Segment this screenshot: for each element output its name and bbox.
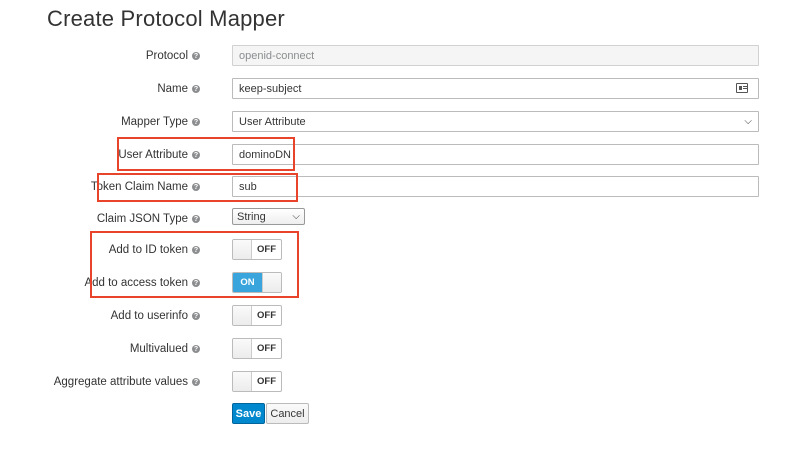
help-icon[interactable]: ? [192, 312, 200, 320]
chevron-down-icon: ⌵ [744, 116, 752, 127]
token-claim-name-input[interactable]: sub [232, 176, 759, 197]
mapper-type-value: User Attribute [239, 115, 306, 128]
mapper-type-row: Mapper Type ? User Attribute ⌵ [0, 109, 800, 135]
add-to-userinfo-label: Add to userinfo ? [111, 303, 200, 329]
mapper-type-select[interactable]: User Attribute ⌵ [232, 111, 759, 132]
aggregate-attribute-values-row: Aggregate attribute values ? OFF [0, 369, 800, 395]
protocol-row: Protocol ? openid-connect [0, 43, 800, 69]
add-to-userinfo-row: Add to userinfo ? OFF [0, 303, 800, 329]
claim-json-type-label-text: Claim JSON Type [96, 213, 188, 225]
chevron-down-icon: ⌵ [292, 211, 300, 222]
aggregate-attribute-values-toggle[interactable]: OFF [232, 371, 282, 392]
name-label: Name ? [157, 76, 200, 102]
name-row: Name ? keep-subject [0, 76, 800, 102]
name-input[interactable]: keep-subject [232, 78, 759, 99]
highlight-box-token-toggles [90, 231, 299, 298]
multivalued-label-text: Multivalued [129, 343, 188, 355]
save-button[interactable]: Save [232, 403, 265, 424]
multivalued-row: Multivalued ? OFF [0, 336, 800, 362]
toggle-state: OFF [257, 343, 276, 354]
help-icon[interactable]: ? [192, 85, 200, 93]
highlight-box-token-claim-name [97, 173, 298, 202]
name-value: keep-subject [239, 82, 302, 95]
help-icon[interactable]: ? [192, 378, 200, 386]
claim-json-type-label: Claim JSON Type ? [97, 206, 200, 232]
multivalued-toggle[interactable]: OFF [232, 338, 282, 359]
add-to-userinfo-label-text: Add to userinfo [110, 310, 188, 322]
name-label-text: Name [157, 83, 188, 95]
toggle-knob [233, 306, 252, 325]
cancel-button[interactable]: Cancel [266, 403, 309, 424]
mapper-type-label-text: Mapper Type [121, 116, 188, 128]
protocol-label: Protocol ? [146, 43, 200, 69]
help-icon[interactable]: ? [192, 345, 200, 353]
protocol-value: openid-connect [239, 49, 315, 62]
protocol-label-text: Protocol [145, 50, 188, 62]
claim-json-type-select[interactable]: String ⌵ [232, 208, 305, 225]
help-icon[interactable]: ? [192, 52, 200, 60]
mapper-type-label: Mapper Type ? [121, 109, 200, 135]
help-icon[interactable]: ? [192, 215, 200, 223]
page-title: Create Protocol Mapper [47, 6, 285, 31]
aggregate-attribute-values-label-text: Aggregate attribute values [53, 376, 188, 388]
user-attribute-input[interactable]: dominoDN [232, 144, 759, 165]
toggle-knob [233, 372, 252, 391]
claim-json-type-value: String [237, 210, 266, 223]
highlight-box-user-attribute [117, 137, 295, 171]
claim-json-type-row: Claim JSON Type ? String ⌵ [0, 206, 800, 232]
protocol-field: openid-connect [232, 45, 759, 66]
contact-card-icon[interactable] [736, 83, 748, 93]
toggle-state: OFF [257, 310, 276, 321]
add-to-userinfo-toggle[interactable]: OFF [232, 305, 282, 326]
toggle-state: OFF [257, 376, 276, 387]
aggregate-attribute-values-label: Aggregate attribute values ? [54, 369, 200, 395]
toggle-knob [233, 339, 252, 358]
multivalued-label: Multivalued ? [130, 336, 200, 362]
help-icon[interactable]: ? [192, 118, 200, 126]
